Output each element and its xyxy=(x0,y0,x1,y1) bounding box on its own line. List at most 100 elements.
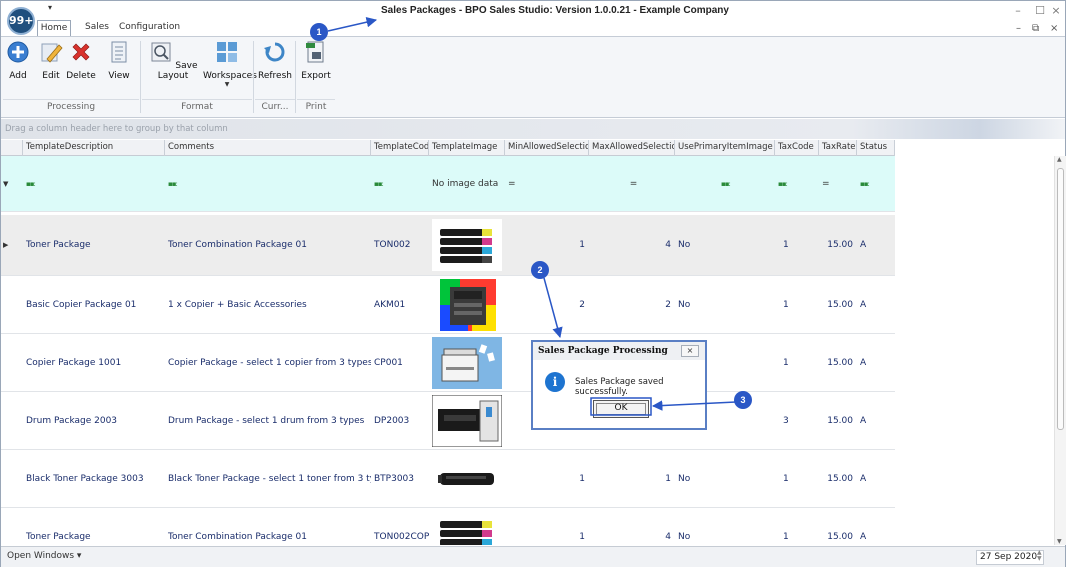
table-row[interactable]: Black Toner Package 3003 Black Toner Pac… xyxy=(1,450,895,508)
minimize-button[interactable]: – xyxy=(1008,3,1028,19)
refresh-button[interactable]: Refresh xyxy=(257,40,293,81)
ok-button[interactable]: OK xyxy=(593,400,649,418)
cell-taxcode[interactable]: 1 xyxy=(775,450,819,507)
cell-image[interactable] xyxy=(429,276,505,333)
cell-comments[interactable]: 1 x Copier + Basic Accessories xyxy=(165,276,371,333)
export-button[interactable]: Export xyxy=(299,40,333,81)
cell-description[interactable]: Copier Package 1001 xyxy=(23,334,165,391)
equals-operator-icon[interactable]: = xyxy=(822,179,830,189)
tab-sales[interactable]: Sales xyxy=(81,20,113,36)
filter-cell[interactable]: = xyxy=(505,156,589,211)
filter-cell[interactable]: ▪▪: xyxy=(371,156,429,211)
cell-taxcode[interactable]: 3 xyxy=(775,392,819,449)
filter-condition-icon[interactable]: ▪▪: xyxy=(26,180,37,188)
cell-max[interactable]: 2 xyxy=(589,276,675,333)
vertical-scrollbar[interactable]: ▲ ▼ xyxy=(1054,156,1066,545)
scroll-thumb[interactable] xyxy=(1057,168,1064,430)
header-tax-code[interactable]: TaxCode xyxy=(775,140,819,156)
header-max-selections[interactable]: MaxAllowedSelections xyxy=(589,140,675,156)
filter-cell-image[interactable]: No image data xyxy=(429,156,505,211)
cell-status[interactable]: A xyxy=(857,392,895,449)
filter-cell[interactable]: ▪▪: xyxy=(775,156,819,211)
cell-max[interactable]: 4 xyxy=(589,215,675,275)
scroll-up-icon[interactable]: ▲ xyxy=(1057,156,1062,163)
dialog-close-button[interactable]: × xyxy=(681,345,699,357)
header-status[interactable]: Status xyxy=(857,140,895,156)
cell-code[interactable]: DP2003 xyxy=(371,392,429,449)
cell-status[interactable]: A xyxy=(857,450,895,507)
equals-operator-icon[interactable]: = xyxy=(630,179,638,189)
cell-min[interactable]: 1 xyxy=(505,508,589,545)
cell-taxrate[interactable]: 15.00 xyxy=(819,392,857,449)
auto-filter-row[interactable]: ▼ ▪▪: ▪▪: ▪▪: No image data = = ▪▪: ▪▪: … xyxy=(1,156,895,212)
workspaces-button[interactable]: Workspaces ▼ xyxy=(203,40,257,88)
cell-taxrate[interactable]: 15.00 xyxy=(819,450,857,507)
header-tax-rate[interactable]: TaxRate xyxy=(819,140,857,156)
cell-primary[interactable]: No xyxy=(675,276,775,333)
filter-cell[interactable]: ▪▪: xyxy=(675,156,775,211)
cell-description[interactable]: Basic Copier Package 01 xyxy=(23,276,165,333)
cell-taxcode[interactable]: 1 xyxy=(775,276,819,333)
equals-operator-icon[interactable]: = xyxy=(508,179,516,189)
cell-taxcode[interactable]: 1 xyxy=(775,508,819,545)
edit-button[interactable]: Edit xyxy=(37,40,65,81)
cell-min[interactable]: 1 xyxy=(505,450,589,507)
cell-taxrate[interactable]: 15.00 xyxy=(819,508,857,545)
cell-description[interactable]: Toner Package xyxy=(23,215,165,275)
table-row[interactable]: ▶ Toner Package Toner Combination Packag… xyxy=(1,215,895,276)
tab-home[interactable]: Home xyxy=(37,20,71,36)
open-windows-menu[interactable]: Open Windows ▾ xyxy=(7,551,81,561)
cell-primary[interactable]: No xyxy=(675,450,775,507)
table-row[interactable]: Toner Package Toner Combination Package … xyxy=(1,508,895,545)
filter-condition-icon[interactable]: ▪▪: xyxy=(778,180,789,188)
filter-condition-icon[interactable]: ▪▪: xyxy=(168,180,179,188)
header-template-image[interactable]: TemplateImage xyxy=(429,140,505,156)
filter-cell[interactable]: ▪▪: xyxy=(165,156,371,211)
tab-configuration[interactable]: Configuration xyxy=(119,20,180,36)
cell-comments[interactable]: Toner Combination Package 01 xyxy=(165,508,371,545)
cell-code[interactable]: AKM01 xyxy=(371,276,429,333)
app-logo-icon[interactable]: 99+ xyxy=(7,7,35,35)
cell-max[interactable]: 1 xyxy=(589,450,675,507)
cell-status[interactable]: A xyxy=(857,334,895,391)
header-comments[interactable]: Comments xyxy=(165,140,371,156)
cell-code[interactable]: TON002COPY xyxy=(371,508,429,545)
cell-code[interactable]: TON002 xyxy=(371,215,429,275)
date-spinner-icon[interactable]: ▲ ▼ xyxy=(1037,550,1042,562)
cell-primary[interactable]: No xyxy=(675,215,775,275)
cell-code[interactable]: CP001 xyxy=(371,334,429,391)
cell-taxrate[interactable]: 15.00 xyxy=(819,276,857,333)
cell-comments[interactable]: Drum Package - select 1 drum from 3 type… xyxy=(165,392,371,449)
cell-min[interactable]: 2 xyxy=(505,276,589,333)
cell-image[interactable] xyxy=(429,392,505,449)
close-button[interactable]: × xyxy=(1046,3,1066,19)
header-use-primary-image[interactable]: UsePrimaryItemImage xyxy=(675,140,775,156)
save-layout-button[interactable]: Save Layout xyxy=(146,40,200,81)
cell-description[interactable]: Drum Package 2003 xyxy=(23,392,165,449)
cell-image[interactable] xyxy=(429,215,505,275)
mdi-close-button[interactable]: × xyxy=(1050,23,1058,34)
filter-condition-icon[interactable]: ▪▪: xyxy=(374,180,385,188)
cell-taxrate[interactable]: 15.00 xyxy=(819,334,857,391)
cell-primary[interactable]: No xyxy=(675,508,775,545)
cell-code[interactable]: BTP3003 xyxy=(371,450,429,507)
cell-comments[interactable]: Copier Package - select 1 copier from 3 … xyxy=(165,334,371,391)
cell-description[interactable]: Black Toner Package 3003 xyxy=(23,450,165,507)
filter-cell[interactable]: ▪▪: xyxy=(857,156,895,211)
scroll-down-icon[interactable]: ▼ xyxy=(1057,538,1062,545)
quick-access-dropdown-icon[interactable]: ▾ xyxy=(48,3,52,12)
cell-description[interactable]: Toner Package xyxy=(23,508,165,545)
cell-taxcode[interactable]: 1 xyxy=(775,334,819,391)
cell-status[interactable]: A xyxy=(857,508,895,545)
filter-condition-icon[interactable]: ▪▪: xyxy=(860,180,871,188)
filter-cell[interactable]: ▪▪: xyxy=(23,156,165,211)
cell-status[interactable]: A xyxy=(857,215,895,275)
cell-max[interactable]: 4 xyxy=(589,508,675,545)
table-row[interactable]: Copier Package 1001 Copier Package - sel… xyxy=(1,334,895,392)
group-by-panel[interactable]: Drag a column header here to group by th… xyxy=(1,119,1065,139)
header-template-code[interactable]: TemplateCode xyxy=(371,140,429,156)
filter-cell[interactable]: = xyxy=(589,156,675,211)
mdi-restore-button[interactable]: ⧉ xyxy=(1032,23,1039,34)
cell-taxcode[interactable]: 1 xyxy=(775,215,819,275)
cell-taxrate[interactable]: 15.00 xyxy=(819,215,857,275)
